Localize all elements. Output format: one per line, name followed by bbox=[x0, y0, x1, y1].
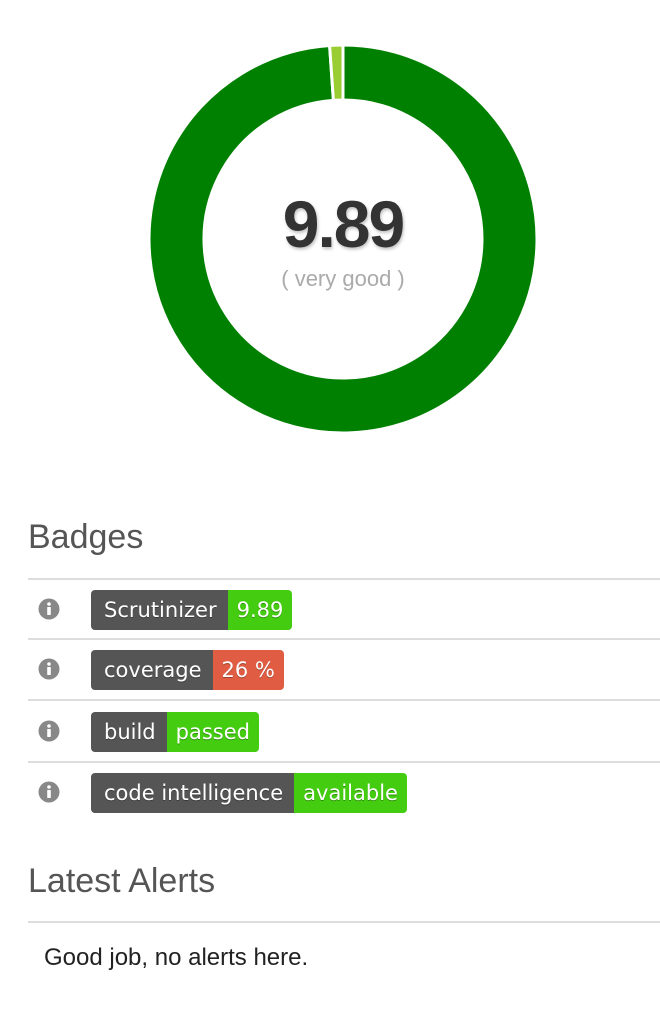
divider bbox=[28, 699, 660, 701]
score-rating-label: ( very good ) bbox=[281, 266, 405, 291]
divider bbox=[28, 921, 660, 923]
score-donut-chart: 9.89 ( very good ) bbox=[148, 44, 538, 434]
latest-alerts-heading: Latest Alerts bbox=[28, 862, 216, 900]
badge-label: build bbox=[91, 712, 167, 752]
badge-label: Scrutinizer bbox=[91, 590, 228, 630]
badge-row-coverage: coverage 26 % bbox=[28, 640, 660, 700]
info-icon[interactable] bbox=[38, 598, 60, 620]
coverage-badge[interactable]: coverage 26 % bbox=[91, 650, 284, 690]
badge-value: available bbox=[294, 773, 407, 813]
badge-label: code intelligence bbox=[91, 773, 295, 813]
score-center: 9.89 ( very good ) bbox=[148, 44, 538, 434]
code-intelligence-badge[interactable]: code intelligence available bbox=[91, 773, 407, 813]
badge-value: passed bbox=[166, 712, 259, 752]
score-value: 9.89 bbox=[282, 187, 405, 261]
badge-row-scrutinizer: Scrutinizer 9.89 bbox=[28, 580, 660, 640]
badges-heading: Badges bbox=[28, 518, 144, 556]
badge-value: 9.89 bbox=[227, 590, 293, 630]
build-badge[interactable]: build passed bbox=[91, 712, 259, 752]
badge-label: coverage bbox=[91, 650, 213, 690]
scrutinizer-badge[interactable]: Scrutinizer 9.89 bbox=[91, 590, 293, 630]
project-overview: 9.89 ( very good ) Badges Scrutinizer 9.… bbox=[0, 0, 660, 1016]
info-icon[interactable] bbox=[38, 658, 60, 680]
badge-value: 26 % bbox=[212, 650, 284, 690]
no-alerts-message: Good job, no alerts here. bbox=[44, 944, 309, 971]
badge-row-build: build passed bbox=[28, 702, 660, 762]
info-icon[interactable] bbox=[38, 720, 60, 742]
info-icon[interactable] bbox=[38, 781, 60, 803]
badge-row-code-intelligence: code intelligence available bbox=[28, 763, 660, 823]
